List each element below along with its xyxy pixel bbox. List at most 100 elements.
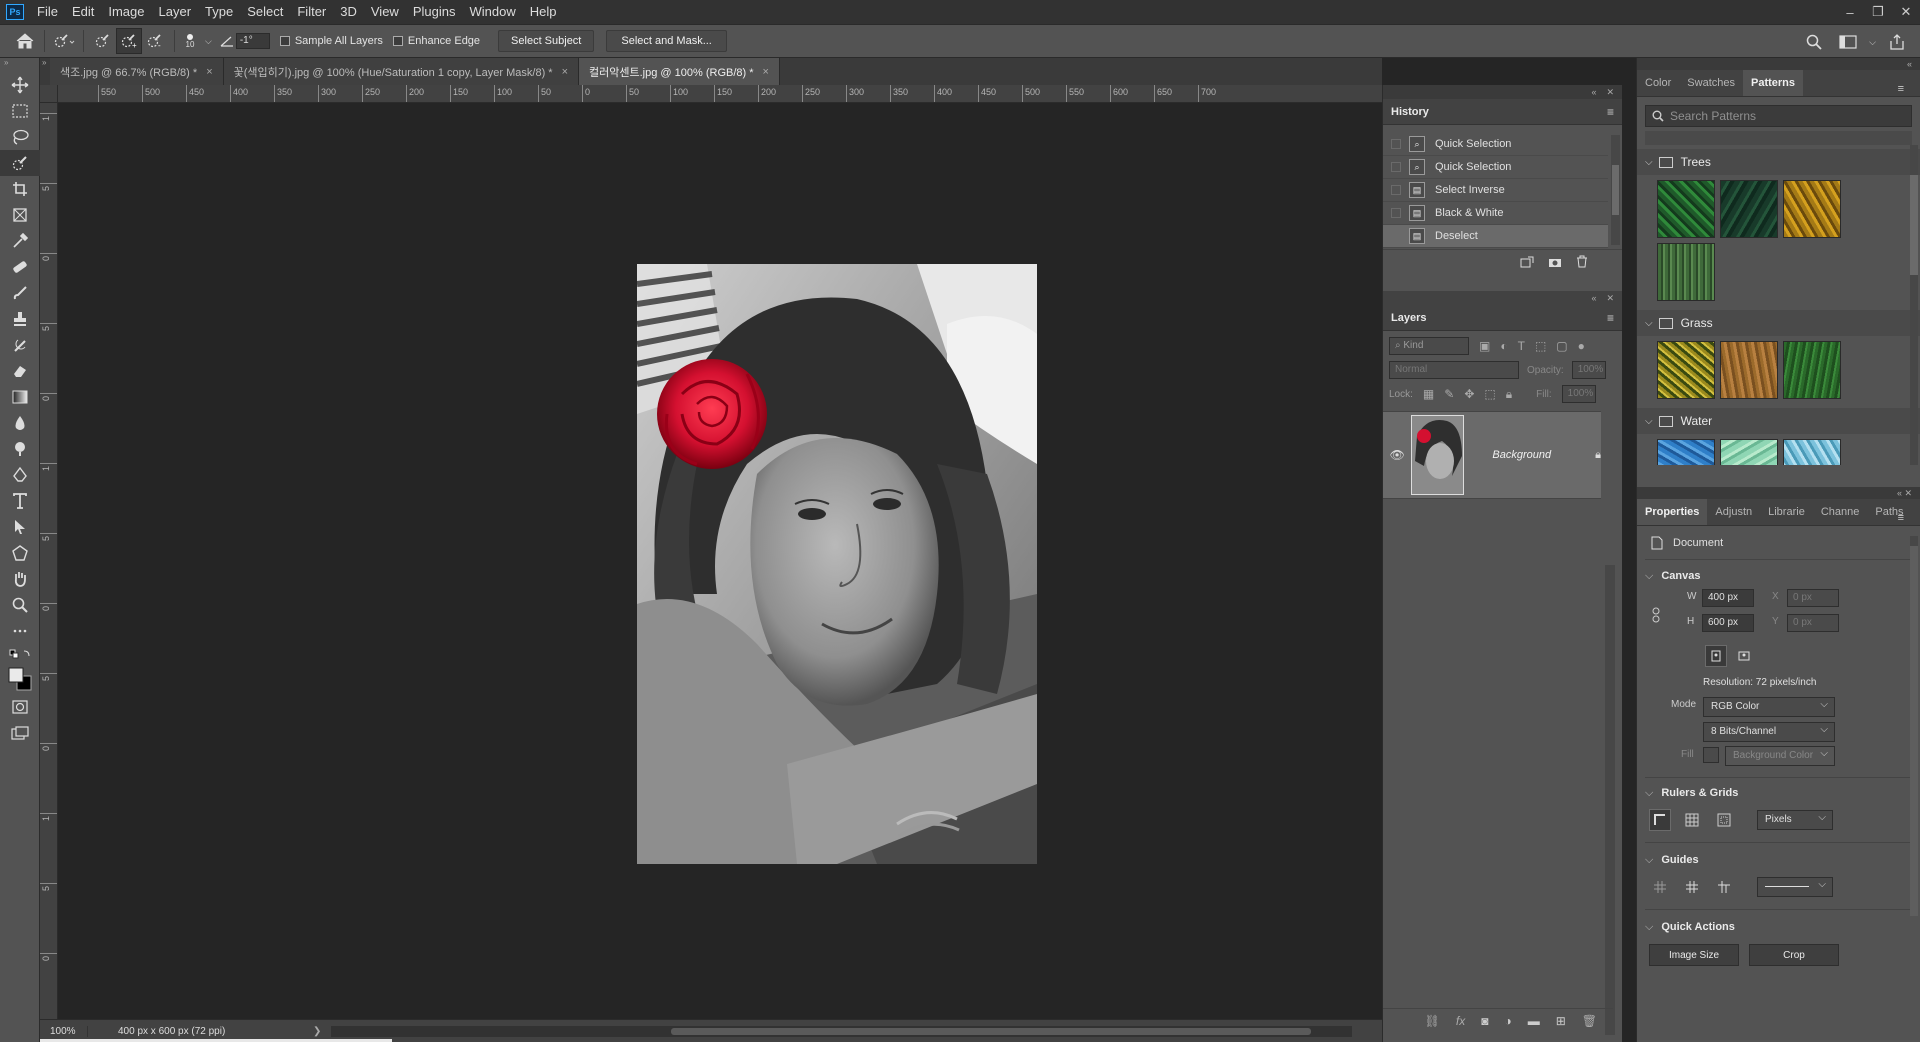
lock-all-icon[interactable]: 🔒︎ [1506, 387, 1512, 402]
blend-mode-select[interactable]: Normal [1389, 361, 1519, 379]
history-item-selected[interactable]: ▤ Deselect [1383, 225, 1608, 248]
move-tool-icon[interactable] [0, 72, 40, 98]
tab-adjustments[interactable]: Adjustn [1707, 499, 1760, 525]
trash-icon[interactable]: 🗑︎ [1582, 1014, 1597, 1028]
pattern-swatch[interactable] [1657, 439, 1715, 465]
horizontal-scrollbar[interactable] [331, 1025, 1352, 1037]
frame-tool-icon[interactable] [0, 202, 40, 228]
portrait-orientation-icon[interactable] [1705, 645, 1727, 667]
fx-icon[interactable]: fx [1456, 1014, 1465, 1028]
lock-transparent-icon[interactable]: ▦ [1423, 387, 1434, 401]
adjustment-layer-icon[interactable]: ◑ [1504, 1014, 1511, 1028]
pattern-group-grass[interactable]: ⌵ Grass [1637, 310, 1920, 336]
fill-color-swatch[interactable] [1703, 747, 1719, 763]
visibility-eye-icon[interactable]: 👁︎ [1383, 448, 1411, 462]
menu-select[interactable]: Select [240, 0, 290, 24]
menu-plugins[interactable]: Plugins [406, 0, 463, 24]
pattern-swatch[interactable] [1783, 180, 1841, 238]
filter-toggle-icon[interactable]: ● [1578, 339, 1585, 353]
angle-input[interactable]: -1° [235, 33, 270, 49]
menu-help[interactable]: Help [523, 0, 564, 24]
pattern-swatch[interactable] [1783, 341, 1841, 399]
collapse-panel-icon[interactable]: « [1591, 293, 1596, 303]
close-tab-icon[interactable]: × [562, 66, 568, 78]
pattern-swatch[interactable] [1657, 341, 1715, 399]
layers-title[interactable]: Layers [1391, 312, 1426, 324]
panel-menu-icon[interactable]: ≡ [1890, 76, 1912, 102]
pattern-swatch[interactable] [1720, 341, 1778, 399]
brush-size-picker[interactable]: 10 [181, 33, 199, 49]
workspace-icon[interactable] [1835, 29, 1861, 55]
filter-pixel-icon[interactable]: ▣ [1479, 339, 1490, 353]
lock-artboard-icon[interactable]: ⬚ [1484, 387, 1495, 401]
layer-row-background[interactable]: 👁︎ Background 🔒︎ [1383, 411, 1601, 499]
pattern-group-trees[interactable]: ⌵ Trees [1637, 149, 1920, 175]
guides-icon[interactable] [1649, 876, 1671, 898]
scrollbar-thumb[interactable] [671, 1027, 1312, 1035]
tab-properties[interactable]: Properties [1637, 499, 1708, 525]
add-guide-icon[interactable] [1681, 876, 1703, 898]
pattern-group-water[interactable]: ⌵ Water [1637, 408, 1920, 434]
link-icon[interactable] [1651, 607, 1661, 623]
lock-position-icon[interactable]: ✥ [1464, 387, 1474, 401]
close-tab-icon[interactable]: × [206, 66, 212, 78]
tab-swatches[interactable]: Swatches [1679, 70, 1743, 96]
collapse-panel-icon[interactable]: « ✕ [1637, 487, 1920, 499]
grid-icon[interactable] [1681, 809, 1703, 831]
history-title[interactable]: History [1391, 106, 1429, 118]
more-tools-icon[interactable] [0, 618, 40, 644]
path-selection-tool-icon[interactable] [0, 514, 40, 540]
menu-3d[interactable]: 3D [333, 0, 364, 24]
foreground-background-color-icon[interactable] [0, 664, 40, 694]
history-scrollbar[interactable] [1611, 135, 1620, 245]
landscape-orientation-icon[interactable] [1733, 645, 1755, 667]
link-layers-icon[interactable]: ⛓︎ [1425, 1014, 1440, 1028]
status-menu-arrow[interactable]: ❯ [313, 1026, 321, 1037]
pixel-grid-icon[interactable] [1713, 809, 1735, 831]
mode-select[interactable]: RGB Color [1703, 696, 1835, 717]
default-colors-icon[interactable] [0, 644, 40, 664]
ruler-icon[interactable] [1649, 809, 1671, 831]
menu-filter[interactable]: Filter [290, 0, 333, 24]
quick-mask-icon[interactable] [0, 694, 40, 720]
tab-patterns[interactable]: Patterns [1743, 70, 1804, 96]
tab-libraries[interactable]: Librarie [1760, 499, 1813, 525]
collapse-icon[interactable]: » [40, 58, 50, 85]
tab-document[interactable]: 색조.jpg @ 66.7% (RGB/8) * × [50, 58, 224, 85]
close-panel-icon[interactable]: ✕ [1606, 87, 1614, 98]
menu-view[interactable]: View [364, 0, 406, 24]
share-icon[interactable] [1884, 29, 1910, 55]
close-tab-icon[interactable]: × [763, 66, 769, 78]
patterns-scrollbar[interactable] [1910, 145, 1918, 465]
new-document-from-state-icon[interactable] [1520, 256, 1534, 268]
eraser-tool-icon[interactable] [0, 358, 40, 384]
collapse-panel-icon[interactable]: « [1637, 58, 1920, 70]
layers-scrollbar[interactable] [1605, 565, 1615, 1035]
screen-mode-icon[interactable] [0, 720, 40, 746]
crop-tool-icon[interactable] [0, 176, 40, 202]
history-item[interactable]: ▤ Select Inverse [1383, 179, 1608, 202]
lock-image-icon[interactable]: ✎ [1444, 387, 1454, 401]
history-item[interactable]: ⌕ Quick Selection [1383, 133, 1608, 156]
tool-preset-picker[interactable] [51, 28, 77, 54]
home-icon[interactable] [12, 28, 38, 54]
select-and-mask-button[interactable]: Select and Mask... [606, 30, 727, 52]
select-subject-button[interactable]: Select Subject [498, 30, 595, 52]
history-brush-tool-icon[interactable] [0, 332, 40, 358]
camera-icon[interactable] [1548, 256, 1562, 268]
fill-select[interactable]: Background Color [1725, 745, 1835, 766]
menu-edit[interactable]: Edit [65, 0, 101, 24]
hand-tool-icon[interactable] [0, 566, 40, 592]
collapse-panel-icon[interactable]: « [1591, 87, 1596, 97]
new-layer-icon[interactable]: ⊞ [1556, 1014, 1566, 1028]
tab-channels[interactable]: Channe [1813, 499, 1868, 525]
height-input[interactable]: 600 px [1702, 614, 1754, 632]
new-selection-icon[interactable] [90, 28, 116, 54]
menu-layer[interactable]: Layer [152, 0, 199, 24]
pattern-swatch[interactable] [1657, 180, 1715, 238]
document-info[interactable]: 400 px x 600 px (72 ppi) [88, 1026, 313, 1037]
panel-menu-icon[interactable]: ≡ [1607, 311, 1614, 325]
width-input[interactable]: 400 px [1702, 589, 1754, 607]
canvas-section[interactable]: ⌵ Canvas [1637, 565, 1920, 587]
lasso-tool-icon[interactable] [0, 124, 40, 150]
